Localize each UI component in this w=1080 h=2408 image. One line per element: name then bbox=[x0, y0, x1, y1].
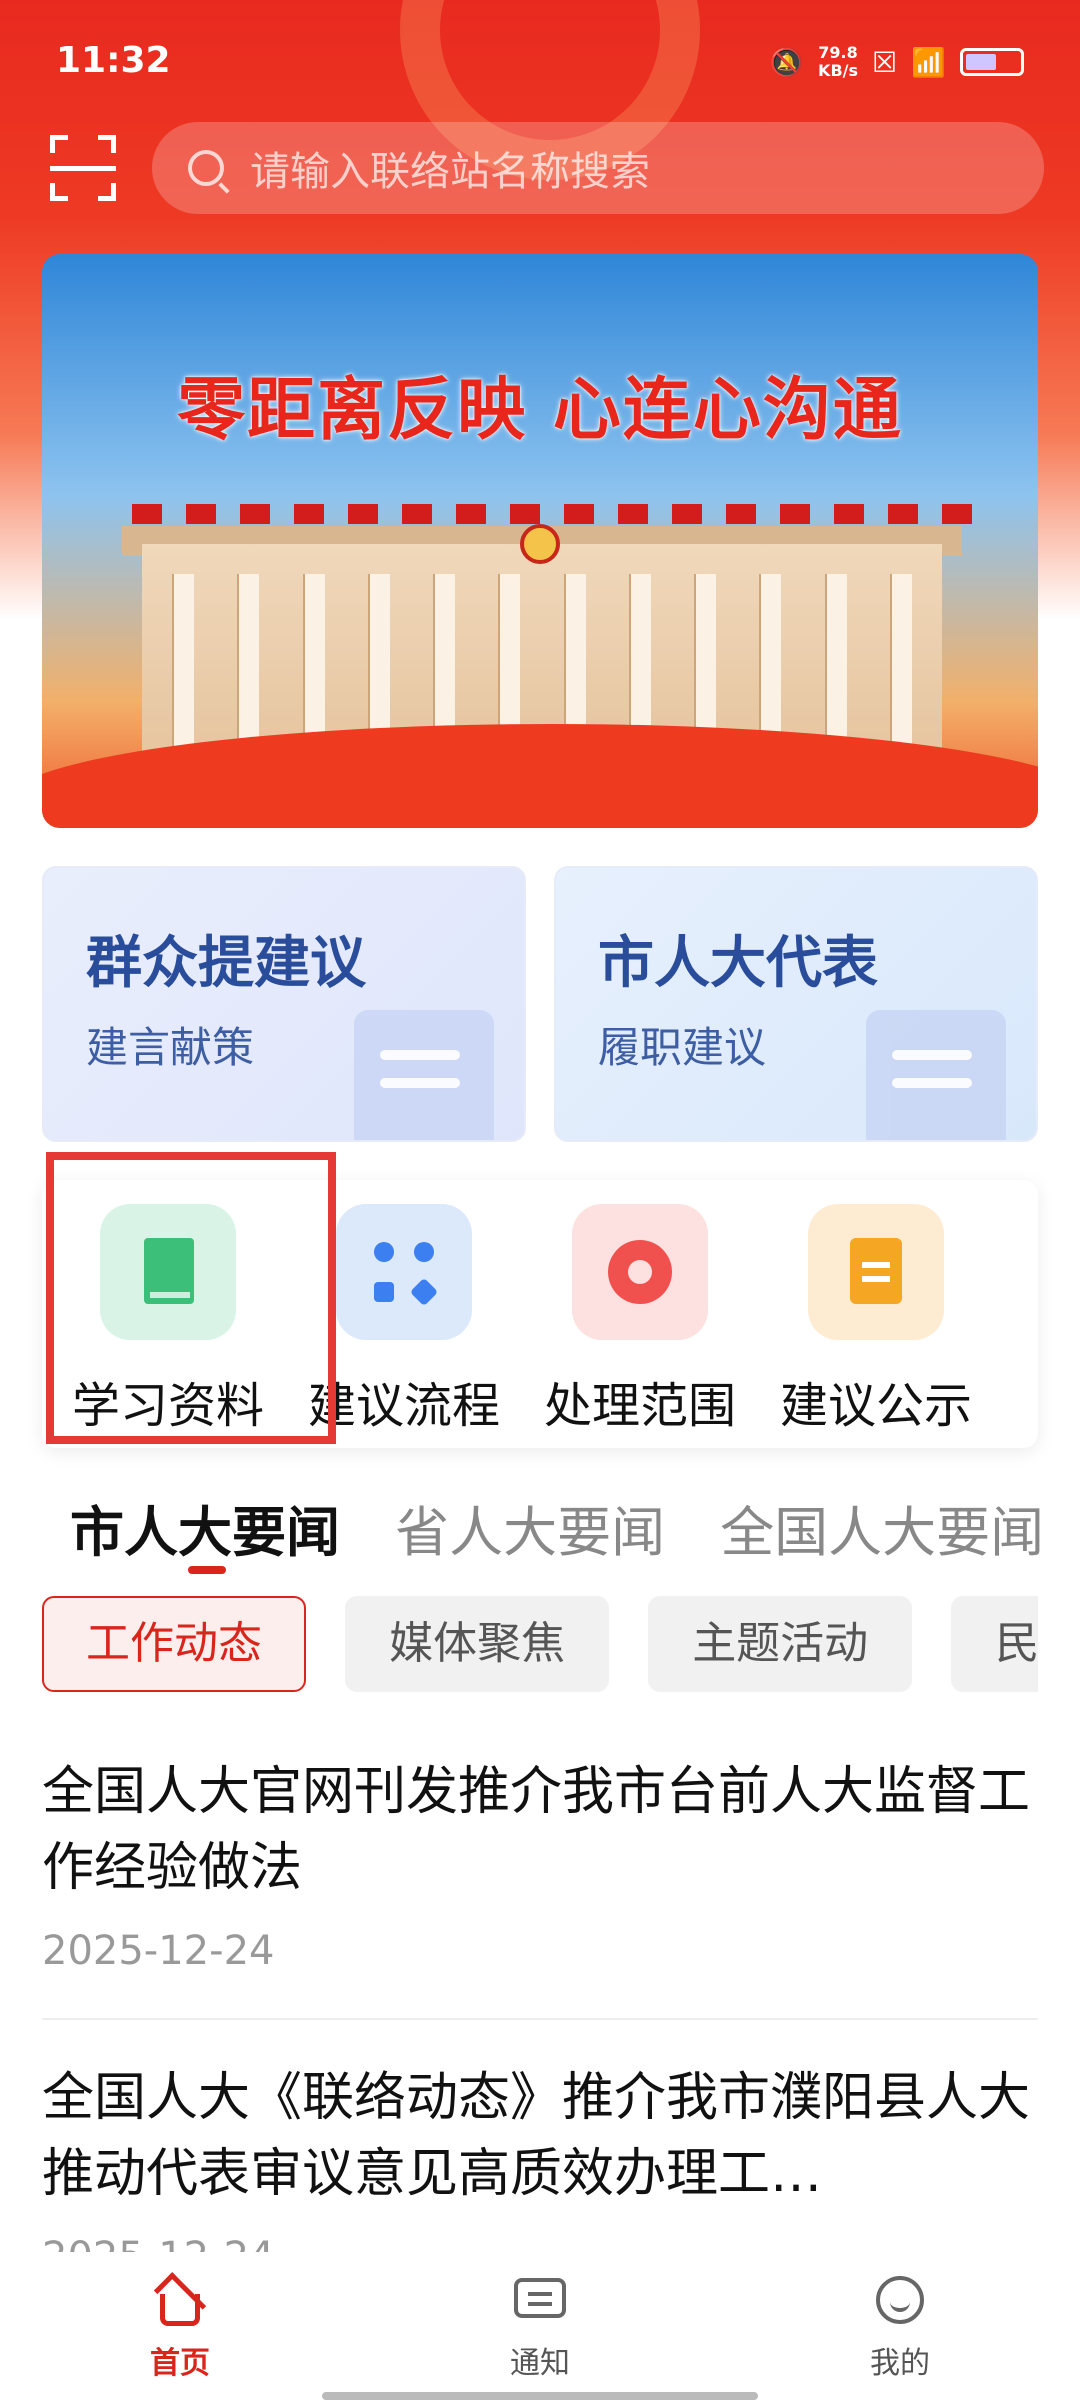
tab-city-news[interactable]: 市人大要闻 bbox=[70, 1488, 340, 1567]
quick-item-publicity[interactable]: 建议公示 bbox=[758, 1204, 994, 1436]
network-speed: 79.8 KB/s bbox=[818, 44, 858, 80]
nav-label: 通知 bbox=[510, 2346, 570, 2381]
card-city-deputy[interactable]: 市人大代表 履职建议 bbox=[554, 866, 1038, 1142]
card-subtitle: 建言献策 bbox=[86, 1023, 255, 1072]
book-icon bbox=[100, 1204, 236, 1340]
card-public-suggestion[interactable]: 群众提建议 建言献策 bbox=[42, 866, 526, 1142]
card-subtitle: 履职建议 bbox=[598, 1023, 767, 1072]
divider bbox=[42, 2018, 1038, 2020]
search-placeholder: 请输入联络站名称搜索 bbox=[250, 149, 650, 195]
wifi-icon: 📶 bbox=[911, 45, 946, 79]
quick-item-suggestion-process[interactable]: 建议流程 bbox=[286, 1204, 522, 1436]
home-icon bbox=[152, 2272, 208, 2328]
sim-icon: ☒ bbox=[872, 45, 898, 79]
nav-home[interactable]: 首页 bbox=[80, 2272, 280, 2382]
quick-item-label: 处理范围 bbox=[543, 1378, 736, 1434]
banner-slogan: 零距离反映 心连心沟通 bbox=[177, 371, 903, 450]
flags-decoration bbox=[132, 504, 972, 524]
clipboard-icon bbox=[808, 1204, 944, 1340]
card-title: 市人大代表 bbox=[598, 931, 878, 996]
status-bar: 11:32 🔕 79.8 KB/s ☒ 📶 bbox=[0, 0, 1080, 120]
status-time: 11:32 bbox=[56, 40, 171, 81]
network-speed-unit: KB/s bbox=[818, 61, 859, 80]
nav-label: 首页 bbox=[150, 2346, 210, 2381]
search-input[interactable]: 请输入联络站名称搜索 bbox=[152, 122, 1044, 214]
document-illustration-icon bbox=[866, 1010, 1006, 1140]
news-item[interactable]: 全国人大《联络动态》推介我市濮阳县人大推动代表审议意见高质效办理工… 2025-… bbox=[42, 2060, 1038, 2280]
news-item[interactable]: 全国人大官网刊发推介我市台前人大监督工作经验做法 2025-12-24 bbox=[42, 1754, 1038, 1974]
category-chips: 工作动态 媒体聚焦 主题活动 民 bbox=[42, 1596, 1038, 1696]
national-emblem-icon bbox=[520, 524, 560, 564]
battery-icon bbox=[960, 48, 1024, 76]
gesture-bar[interactable] bbox=[322, 2392, 758, 2400]
banner[interactable]: 零距离反映 心连心沟通 bbox=[42, 254, 1038, 828]
chip-theme-activities[interactable]: 主题活动 bbox=[648, 1596, 913, 1692]
quick-item-study-materials[interactable]: 学习资料 bbox=[50, 1204, 286, 1436]
news-title: 全国人大官网刊发推介我市台前人大监督工作经验做法 bbox=[42, 1762, 1031, 1898]
news-title: 全国人大《联络动态》推介我市濮阳县人大推动代表审议意见高质效办理工… bbox=[42, 2068, 1031, 2204]
bottom-nav: 首页 通知 我的 bbox=[0, 2252, 1080, 2408]
quick-item-scope[interactable]: 处理范围 bbox=[522, 1204, 758, 1436]
mute-icon: 🔕 bbox=[769, 45, 805, 79]
tab-national-news[interactable]: 全国人大要闻 bbox=[720, 1488, 1044, 1567]
flow-icon bbox=[336, 1204, 472, 1340]
quick-menu: 学习资料 建议流程 处理范围 建议公示 bbox=[42, 1180, 1038, 1448]
quick-item-label: 建议公示 bbox=[779, 1378, 972, 1434]
search-icon bbox=[188, 150, 224, 186]
active-tab-indicator bbox=[188, 1566, 226, 1574]
tab-province-news[interactable]: 省人大要闻 bbox=[395, 1488, 665, 1567]
card-title: 群众提建议 bbox=[86, 931, 366, 996]
quick-item-label: 建议流程 bbox=[307, 1378, 500, 1434]
scan-icon[interactable] bbox=[50, 135, 116, 201]
message-icon bbox=[512, 2272, 568, 2328]
chip-media-focus[interactable]: 媒体聚焦 bbox=[345, 1596, 610, 1692]
quick-item-label: 学习资料 bbox=[71, 1378, 264, 1434]
nav-label: 我的 bbox=[870, 2346, 930, 2381]
nav-profile[interactable]: 我的 bbox=[800, 2272, 1000, 2382]
status-icons: 🔕 79.8 KB/s ☒ 📶 bbox=[769, 44, 1024, 80]
news-tabs: 市人大要闻 省人大要闻 全国人大要闻 bbox=[70, 1488, 1080, 1578]
nav-notifications[interactable]: 通知 bbox=[440, 2272, 640, 2382]
chip-more[interactable]: 民 bbox=[951, 1596, 1038, 1692]
news-date: 2025-12-24 bbox=[42, 1928, 275, 1974]
target-icon bbox=[572, 1204, 708, 1340]
chip-work-updates[interactable]: 工作动态 bbox=[42, 1596, 306, 1692]
profile-icon bbox=[872, 2272, 928, 2328]
network-speed-value: 79.8 bbox=[818, 43, 858, 62]
clipboard-illustration-icon bbox=[354, 1010, 494, 1140]
